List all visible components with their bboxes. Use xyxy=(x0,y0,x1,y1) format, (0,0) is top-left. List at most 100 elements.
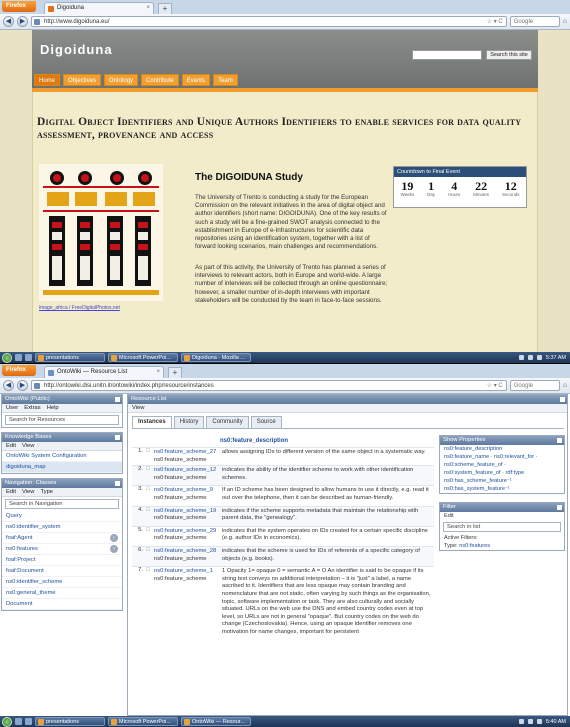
taskbar-item[interactable]: Microsoft PowerPoi... xyxy=(108,353,178,362)
tab-instances[interactable]: Instances xyxy=(132,416,172,428)
site-logo[interactable]: Digoiduna xyxy=(40,42,113,57)
resource-link[interactable]: ns0:feature_scheme_29 xyxy=(154,528,220,536)
menu-view[interactable]: View xyxy=(22,488,34,496)
active-filter-value[interactable]: ns0:features xyxy=(459,543,490,549)
clock[interactable]: 5:40 AM xyxy=(546,719,566,725)
quicklaunch-icon[interactable] xyxy=(25,354,32,361)
start-button[interactable] xyxy=(2,716,12,727)
property-link[interactable]: ns0:feature_description xyxy=(440,445,564,453)
menu-edit[interactable]: Edit xyxy=(6,442,16,450)
nav-item[interactable]: Document xyxy=(2,599,122,610)
minimize-icon[interactable] xyxy=(115,397,120,402)
resource-link[interactable]: ns0:feature_scheme_9 xyxy=(154,487,220,495)
tab-source[interactable]: Source xyxy=(250,416,282,428)
search-input[interactable]: Google xyxy=(509,16,560,27)
tray-icon[interactable] xyxy=(536,355,542,360)
tab-community[interactable]: Community xyxy=(206,416,249,428)
bookmark-star-icon[interactable]: ☆ ▾ C xyxy=(487,17,503,27)
filter-edit-menu[interactable]: Edit xyxy=(440,512,564,520)
home-icon[interactable]: ⌂ xyxy=(563,382,567,389)
tray-icon[interactable] xyxy=(518,355,524,360)
kb-item[interactable]: OntoWiki System Configuration xyxy=(2,451,122,462)
resource-search-input[interactable]: Search for Resources xyxy=(5,415,119,425)
row-checkbox-icon[interactable]: □ xyxy=(146,527,154,546)
row-checkbox-icon[interactable]: □ xyxy=(146,448,154,465)
menu-help[interactable]: Help xyxy=(47,404,59,412)
quicklaunch-icon[interactable] xyxy=(15,718,22,725)
minimize-icon[interactable] xyxy=(560,397,565,402)
nav-item[interactable]: ns0:general_theme xyxy=(2,588,122,599)
tray-icon[interactable] xyxy=(536,719,542,724)
quicklaunch-icon[interactable] xyxy=(15,354,22,361)
menu-contribute[interactable]: Contribute xyxy=(141,74,179,86)
bookmark-star-icon[interactable]: ☆ ▾ C xyxy=(487,381,503,391)
nav-item[interactable]: foaf:Agent › xyxy=(2,533,122,544)
menu-objectives[interactable]: Objectives xyxy=(63,74,102,86)
quicklaunch-icon[interactable] xyxy=(25,718,32,725)
tray-icon[interactable] xyxy=(527,719,533,724)
menu-view[interactable]: View xyxy=(22,442,34,450)
column-header[interactable]: ns0:feature_description xyxy=(132,435,434,447)
taskbar-item[interactable]: presentations xyxy=(35,353,105,362)
firefox-menu-button[interactable]: Firefox xyxy=(2,365,36,376)
nav-item[interactable]: ns0:identifier_system xyxy=(2,522,122,533)
close-icon[interactable]: × xyxy=(146,3,150,14)
minimize-icon[interactable] xyxy=(115,435,120,440)
row-checkbox-icon[interactable]: □ xyxy=(146,507,154,526)
row-checkbox-icon[interactable]: □ xyxy=(146,567,154,639)
menu-extras[interactable]: Extras xyxy=(24,404,40,412)
search-input[interactable]: Google xyxy=(509,380,560,391)
minimize-icon[interactable] xyxy=(557,505,562,510)
minimize-icon[interactable] xyxy=(557,438,562,443)
address-bar[interactable]: http://ontowiki.disi.unitn.it/ontowiki/i… xyxy=(31,380,507,391)
tray-icon[interactable] xyxy=(518,719,524,724)
property-link[interactable]: ns0:system_feature_of · rdf:type xyxy=(440,469,564,477)
browser-tab[interactable]: OntoWiki — Resource List × xyxy=(44,366,164,378)
site-search-input[interactable] xyxy=(412,50,482,60)
menu-type[interactable]: Type xyxy=(40,488,53,496)
menu-ontology[interactable]: Ontology xyxy=(104,74,139,86)
property-link[interactable]: ns0:feature_name · ns0:relevant_for · xyxy=(440,453,564,461)
firefox-menu-button[interactable]: Firefox xyxy=(2,1,36,12)
back-button[interactable]: ◀ xyxy=(3,380,14,391)
forward-button[interactable]: ▶ xyxy=(17,380,28,391)
image-credit-link[interactable]: image_africa / FreeDigitalPhotos.net xyxy=(39,305,120,311)
property-link[interactable]: ns0:scheme_feature_of · xyxy=(440,461,564,469)
menu-team[interactable]: Team xyxy=(213,74,238,86)
list-search-input[interactable]: Search in list xyxy=(443,522,561,532)
browser-tab[interactable]: Digoiduna × xyxy=(44,2,154,14)
new-tab-button[interactable]: + xyxy=(168,367,182,378)
row-checkbox-icon[interactable]: □ xyxy=(146,547,154,566)
site-search-button[interactable]: Search this site xyxy=(486,50,532,60)
menu-home[interactable]: Home xyxy=(34,74,61,86)
nav-item[interactable]: Query xyxy=(2,511,122,522)
menu-view[interactable]: View xyxy=(132,404,144,412)
resource-link[interactable]: ns0:feature_scheme_28 xyxy=(154,548,220,556)
start-button[interactable] xyxy=(2,352,12,363)
address-bar[interactable]: http://www.digoiduna.eu/ ☆ ▾ C xyxy=(31,16,507,27)
nav-item[interactable]: foaf:Document xyxy=(2,566,122,577)
tab-history[interactable]: History xyxy=(173,416,205,428)
property-link[interactable]: ns0:has_scheme_feature⁻¹ xyxy=(440,477,564,485)
menu-user[interactable]: User xyxy=(6,404,18,412)
resource-link[interactable]: ns0:feature_scheme_19 xyxy=(154,508,220,516)
expand-icon[interactable]: › xyxy=(110,534,118,542)
taskbar-item[interactable]: Microsoft PowerPoi... xyxy=(108,717,178,726)
forward-button[interactable]: ▶ xyxy=(17,16,28,27)
navigation-search-input[interactable]: Search in Navigation xyxy=(5,499,119,509)
row-checkbox-icon[interactable]: □ xyxy=(146,466,154,485)
nav-item[interactable]: foaf:Project xyxy=(2,555,122,566)
tray-icon[interactable] xyxy=(527,355,533,360)
back-button[interactable]: ◀ xyxy=(3,16,14,27)
kb-item[interactable]: digoiduna_map xyxy=(2,462,122,473)
menu-edit[interactable]: Edit xyxy=(6,488,16,496)
resource-link[interactable]: ns0:feature_scheme_12 xyxy=(154,467,220,475)
clock[interactable]: 5:37 AM xyxy=(546,355,566,361)
row-checkbox-icon[interactable]: □ xyxy=(146,486,154,505)
nav-item[interactable]: ns0:identifier_scheme xyxy=(2,577,122,588)
taskbar-item[interactable]: Digoiduna - Mozilla ... xyxy=(181,353,251,362)
minimize-icon[interactable] xyxy=(115,481,120,486)
close-icon[interactable]: × xyxy=(156,367,160,378)
resource-link[interactable]: ns0:feature_scheme_27 xyxy=(154,449,220,457)
resource-link[interactable]: ns0:feature_scheme_1 xyxy=(154,568,220,576)
